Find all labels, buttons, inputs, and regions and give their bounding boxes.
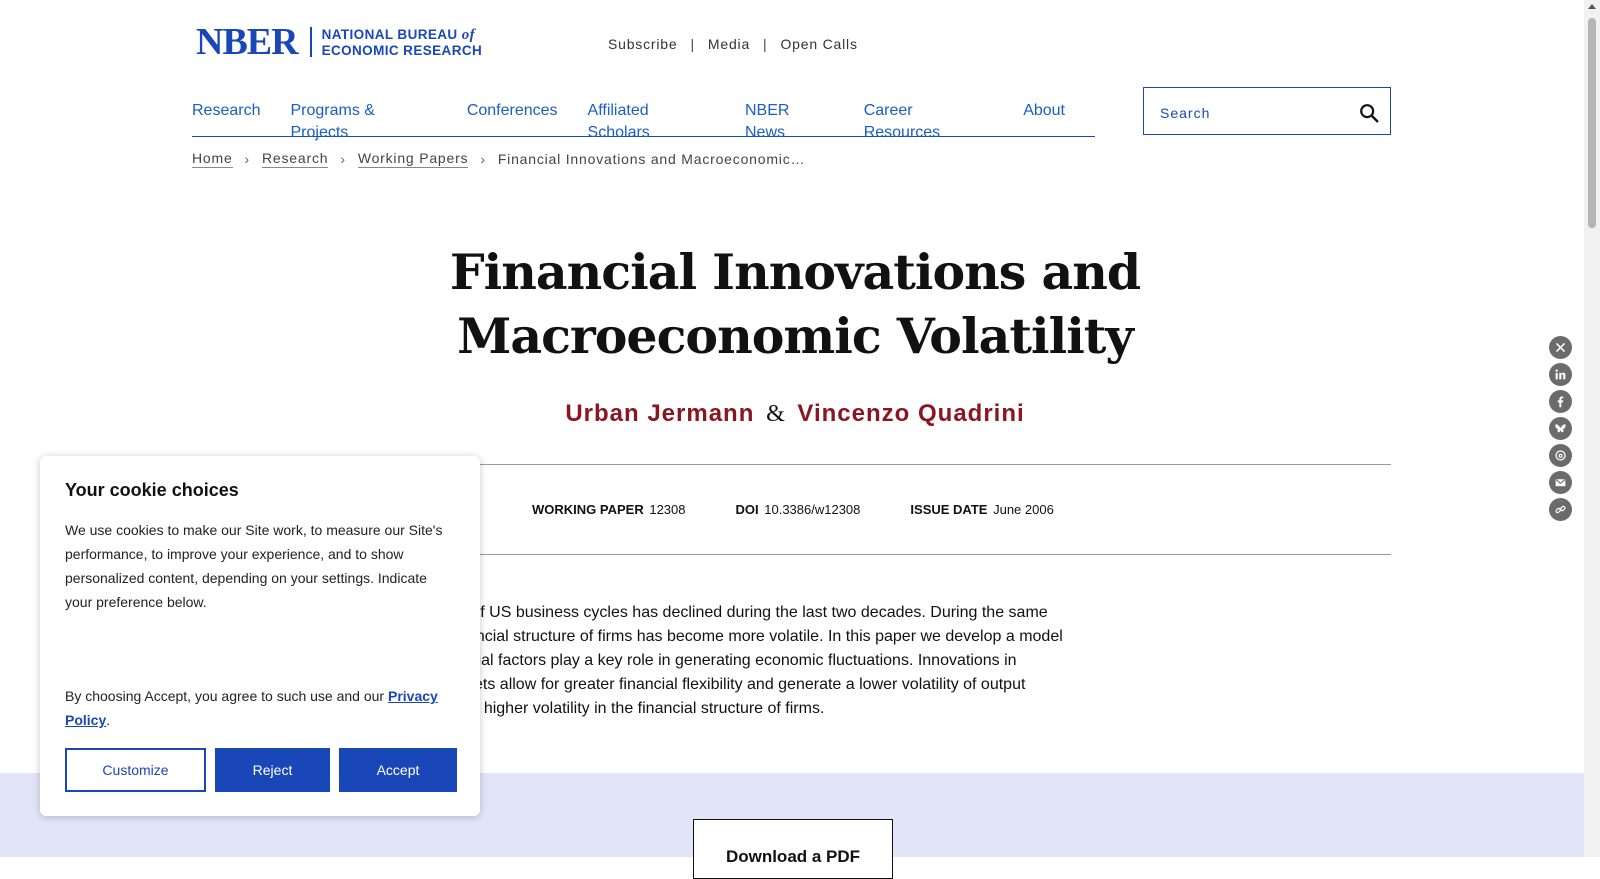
- search-box: [1143, 87, 1391, 135]
- abstract-line: volatility of US business cycles has dec…: [410, 604, 1048, 621]
- author-list: Urban Jermann & Vincenzo Quadrini: [250, 400, 1340, 428]
- meta-label: WORKING PAPER: [532, 502, 644, 517]
- linkedin-icon[interactable]: [1549, 363, 1572, 386]
- threads-icon[interactable]: [1549, 444, 1572, 467]
- utility-separator: |: [690, 36, 695, 52]
- nav-affiliated-scholars[interactable]: Affiliated Scholars: [588, 100, 715, 141]
- facebook-icon[interactable]: [1549, 390, 1572, 413]
- meta-value: June 2006: [993, 502, 1054, 517]
- scroll-up-arrow-icon[interactable]: [1588, 4, 1596, 9]
- download-pdf-button[interactable]: Download a PDF: [693, 819, 893, 879]
- chevron-right-icon: ›: [244, 151, 251, 167]
- search-input[interactable]: [1158, 100, 1352, 126]
- abstract-line: d the financial structure of firms has b…: [410, 628, 1063, 645]
- nav-nber-news[interactable]: NBER News: [745, 100, 834, 141]
- issue-date: ISSUE DATE June 2006: [910, 502, 1053, 517]
- breadcrumb-current: Financial Innovations and Macroeconomic…: [497, 151, 806, 167]
- meta-value: 10.3386/w12308: [764, 502, 861, 517]
- open-calls-link[interactable]: Open Calls: [780, 36, 857, 52]
- utility-nav: Subscribe | Media | Open Calls: [608, 36, 858, 52]
- logo-line-2: ECONOMIC RESEARCH: [321, 42, 483, 58]
- nber-logo[interactable]: NBER NATIONAL BUREAU of ECONOMIC RESEARC…: [196, 21, 483, 63]
- abstract-line: ich financial factors play a key role in…: [410, 652, 1017, 669]
- bluesky-icon[interactable]: [1549, 417, 1572, 440]
- share-bar: [1549, 336, 1572, 525]
- breadcrumb-research[interactable]: Research: [262, 150, 329, 168]
- paper-metadata: WORKING PAPER 12308 DOI 10.3386/w12308 I…: [470, 464, 1391, 555]
- main-nav: Research Programs & Projects Conferences…: [192, 100, 1095, 141]
- breadcrumb-home[interactable]: Home: [192, 150, 233, 168]
- breadcrumb: Home › Research › Working Papers › Finan…: [192, 150, 805, 168]
- chevron-right-icon: ›: [480, 151, 486, 167]
- meta-label: DOI: [735, 502, 759, 517]
- customize-button[interactable]: Customize: [65, 748, 206, 792]
- cookie-accept-notice: By choosing Accept, you agree to such us…: [65, 684, 450, 732]
- email-icon[interactable]: [1549, 471, 1572, 494]
- media-link[interactable]: Media: [708, 36, 750, 52]
- search-icon[interactable]: [1358, 102, 1380, 124]
- cookie-dialog-body: We use cookies to make our Site work, to…: [65, 522, 443, 610]
- meta-value: 12308: [649, 502, 686, 517]
- nav-about[interactable]: About: [1023, 100, 1065, 136]
- working-paper-number: WORKING PAPER 12308: [532, 502, 686, 517]
- subscribe-link[interactable]: Subscribe: [608, 36, 677, 52]
- author-separator: &: [766, 401, 786, 427]
- reject-button[interactable]: Reject: [215, 748, 330, 792]
- author-link[interactable]: Vincenzo Quadrini: [797, 400, 1024, 427]
- abstract-line: cial markets allow for greater financial…: [410, 676, 1026, 693]
- cookie-notice-period: .: [106, 712, 111, 728]
- doi: DOI 10.3386/w12308: [736, 502, 861, 517]
- abstract: volatility of US business cycles has dec…: [410, 601, 1135, 721]
- page-scrollbar[interactable]: [1584, 0, 1600, 857]
- chevron-right-icon: ›: [340, 151, 346, 167]
- cookie-button-row: Customize Reject Accept: [65, 748, 457, 792]
- logo-of: of: [461, 26, 476, 43]
- logo-divider: [309, 27, 312, 57]
- breadcrumb-working-papers[interactable]: Working Papers: [357, 150, 469, 168]
- page-title: Financial Innovations and Macroeconomic …: [449, 243, 1141, 365]
- cookie-notice-text: By choosing Accept, you agree to such us…: [65, 688, 388, 704]
- scrollbar-thumb[interactable]: [1588, 18, 1596, 228]
- author-link[interactable]: Urban Jermann: [565, 400, 754, 427]
- logo-line-1: NATIONAL BUREAU: [321, 26, 458, 42]
- logo-wordmark: NATIONAL BUREAU of ECONOMIC RESEARCH: [322, 27, 483, 58]
- cookie-consent-dialog: Your cookie choices We use cookies to ma…: [40, 456, 480, 816]
- x-icon[interactable]: [1549, 336, 1572, 359]
- utility-separator: |: [763, 36, 768, 52]
- link-icon[interactable]: [1549, 498, 1572, 521]
- nav-programs-projects[interactable]: Programs & Projects: [290, 100, 436, 141]
- meta-label: ISSUE DATE: [910, 502, 988, 517]
- nav-conferences[interactable]: Conferences: [467, 100, 558, 136]
- cookie-dialog-title: Your cookie choices: [65, 480, 239, 500]
- nav-research[interactable]: Research: [192, 100, 260, 136]
- nav-career-resources[interactable]: Career Resources: [864, 100, 994, 141]
- accept-button[interactable]: Accept: [339, 748, 457, 792]
- logo-mark: NBER: [196, 21, 299, 63]
